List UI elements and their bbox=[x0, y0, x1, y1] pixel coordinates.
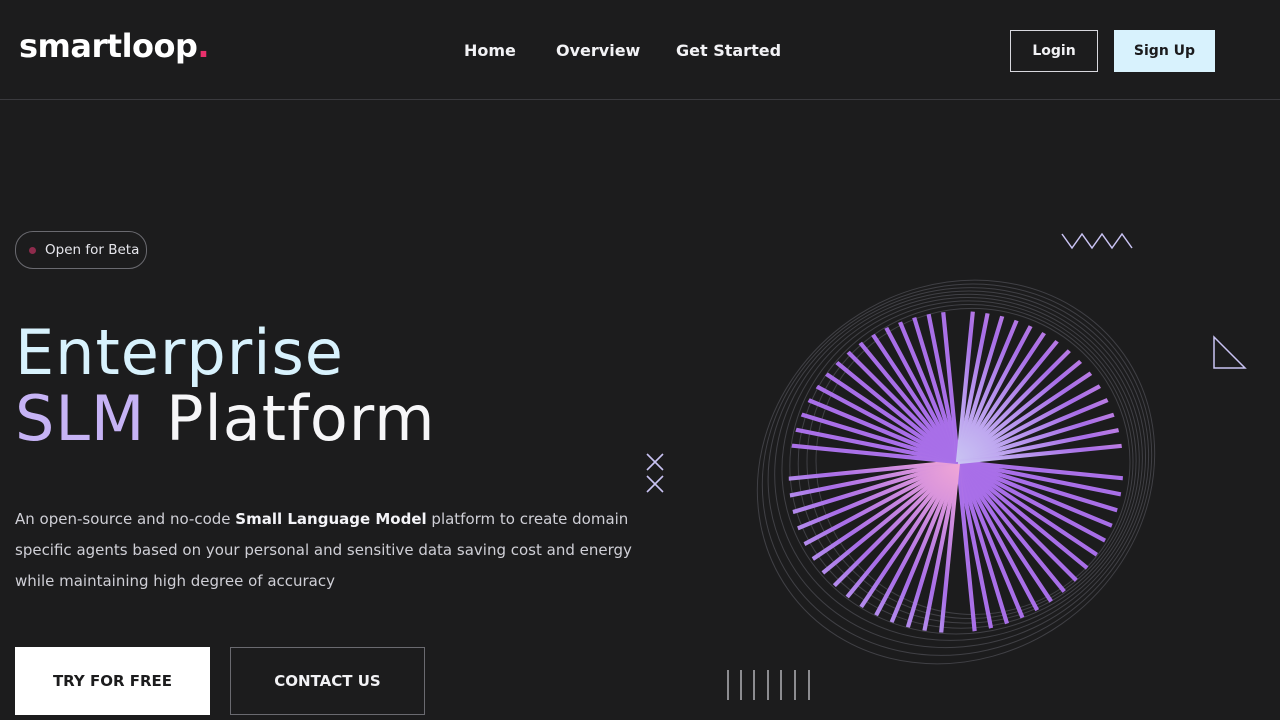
brand-dot: . bbox=[197, 27, 210, 65]
cross-icon bbox=[646, 453, 664, 493]
sphere-stripe bbox=[755, 460, 960, 629]
beta-badge-label: Open for Beta bbox=[45, 242, 140, 258]
hero-description: An open-source and no-code Small Languag… bbox=[15, 504, 655, 597]
nav-home[interactable]: Home bbox=[464, 40, 516, 62]
hero-description-bold: Small Language Model bbox=[235, 510, 427, 528]
status-dot-icon bbox=[29, 246, 36, 254]
nav-overview[interactable]: Overview bbox=[556, 40, 640, 62]
try-for-free-button[interactable]: TRY FOR FREE bbox=[15, 647, 210, 715]
beta-badge: Open for Beta bbox=[15, 231, 147, 269]
hero-title-platform: Platform bbox=[166, 382, 436, 455]
brand-logo[interactable]: smartloop. bbox=[19, 26, 210, 66]
hero-title-slm: SLM bbox=[15, 382, 146, 455]
signup-button[interactable]: Sign Up bbox=[1114, 30, 1215, 72]
hero-title-line1: Enterprise bbox=[15, 316, 344, 389]
contact-us-button[interactable]: CONTACT US bbox=[230, 647, 425, 715]
nav-get-started[interactable]: Get Started bbox=[676, 40, 781, 62]
hero-title: Enterprise SLM Platform bbox=[15, 320, 436, 452]
brand-name: smartloop bbox=[19, 27, 198, 65]
hero-description-prefix: An open-source and no-code bbox=[15, 510, 236, 528]
site-header: smartloop. Home Overview Get Started Log… bbox=[0, 0, 1280, 100]
striped-sphere-illustration bbox=[746, 267, 1166, 677]
sphere-stripe bbox=[956, 460, 1161, 629]
login-button[interactable]: Login bbox=[1010, 30, 1098, 72]
triangle-icon bbox=[1213, 335, 1247, 369]
